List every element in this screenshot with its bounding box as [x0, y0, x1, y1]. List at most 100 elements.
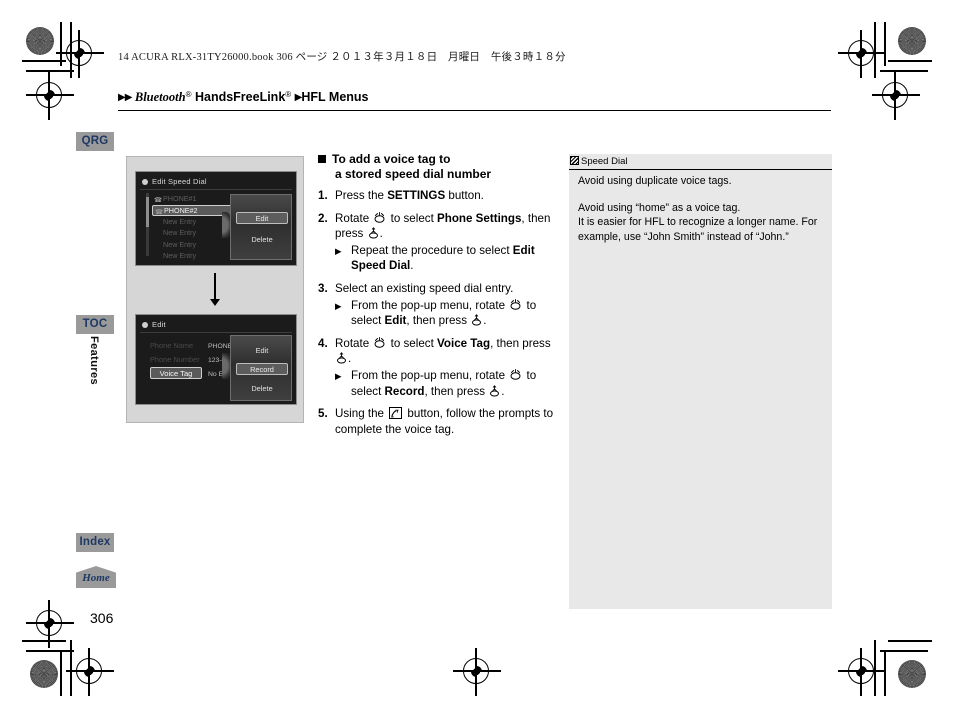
registration-target — [838, 648, 886, 696]
substep: From the pop-up menu, rotate to select E… — [335, 298, 558, 329]
halftone-dot — [898, 660, 926, 688]
sidebar-tab-home-label: Home — [82, 572, 110, 584]
crop-mark-line — [22, 640, 66, 642]
step-bold-voice-tag: Voice Tag — [437, 336, 491, 350]
popup-menu: Edit Delete — [230, 194, 292, 260]
crop-mark-line — [880, 70, 928, 72]
step-3: 3. Select an existing speed dial entry. … — [318, 281, 558, 329]
screen-title-text: Edit — [152, 320, 166, 329]
page-number: 306 — [90, 610, 114, 626]
popup-item-edit[interactable]: Edit — [236, 344, 288, 356]
step-5: 5. Using the button, follow the prompts … — [318, 406, 558, 437]
crop-mark-line — [874, 22, 876, 78]
step-text-pre: Using the — [335, 407, 388, 421]
screen-title: Edit — [142, 320, 166, 329]
sidebar-tab-features[interactable]: Features — [84, 336, 100, 402]
halftone-dot — [26, 27, 54, 55]
field-label: Phone Name — [150, 341, 194, 350]
substep: From the pop-up menu, rotate to select R… — [335, 368, 558, 399]
screenshot-column: Edit Speed Dial ☎ PHONE#1 ☎ PHONE#2 New En… — [126, 156, 304, 423]
breadcrumb-bluetooth: Bluetooth — [134, 90, 186, 104]
registration-target — [838, 30, 886, 78]
crop-mark-line — [874, 640, 876, 696]
section-heading-line2: a stored speed dial number — [335, 167, 492, 181]
crop-mark-line — [888, 640, 932, 642]
registered-mark-icon: ® — [285, 90, 292, 99]
scrollbar-thumb[interactable] — [146, 197, 149, 227]
section-heading: To add a voice tag to a stored speed dia… — [318, 152, 558, 182]
step-number: 3. — [318, 281, 328, 295]
press-knob-icon — [489, 384, 500, 397]
step-2: 2. Rotate to select Phone Settings, then… — [318, 211, 558, 274]
list-item-label: New Entry — [163, 251, 197, 260]
sidebar-tab-home[interactable]: Home — [76, 566, 116, 588]
step-text-pre: Rotate — [335, 211, 373, 225]
section-heading-line1: To add a voice tag to — [332, 152, 451, 166]
popup-item-delete[interactable]: Delete — [236, 382, 288, 394]
crop-mark-line — [70, 640, 72, 696]
registration-target — [26, 600, 74, 648]
rotary-knob-icon — [509, 368, 522, 380]
field-label: Phone Number — [150, 355, 200, 364]
step-number: 4. — [318, 336, 328, 350]
side-note-header: Speed Dial — [569, 154, 832, 170]
step-number: 1. — [318, 189, 328, 202]
crop-mark-line — [26, 70, 74, 72]
rotary-knob-icon — [373, 336, 386, 348]
popup-item-edit[interactable]: Edit — [236, 212, 288, 224]
substep-post: , then press — [406, 314, 471, 328]
list-item-label: New Entry — [163, 239, 197, 249]
list-item-label: PHONE#1 — [163, 194, 197, 203]
scrollbar[interactable] — [146, 193, 149, 256]
step-mid: to select — [387, 336, 438, 350]
popup-item-record[interactable]: Record — [236, 363, 288, 375]
popup-menu: Edit Record Delete — [230, 335, 292, 401]
substep-bold-record: Record — [384, 384, 425, 398]
list-item-label: New Entry — [163, 228, 197, 237]
substep-tail: . — [483, 314, 487, 328]
step-1: 1. Press the SETTINGS button. — [318, 188, 558, 204]
field-label: Voice Tag — [150, 367, 202, 379]
step-text-pre: Press the — [335, 189, 388, 202]
rotary-knob-icon — [373, 211, 386, 223]
halftone-dot — [30, 660, 58, 688]
press-knob-icon — [471, 314, 482, 326]
crop-mark-line — [888, 60, 932, 62]
book-meta-line: 14 ACURA RLX-31TY26000.book 306 ページ ２０１３… — [118, 52, 566, 63]
substep-bold-edit: Edit — [384, 314, 407, 328]
step-tail: . — [379, 227, 383, 241]
side-note-body: Avoid using duplicate voice tags. Avoid … — [578, 174, 822, 244]
note-marker-icon — [570, 156, 579, 165]
registration-target — [56, 30, 104, 78]
sidebar-tab-qrg[interactable]: QRG — [76, 132, 114, 151]
device-screen-edit-speed-dial: Edit Speed Dial ☎ PHONE#1 ☎ PHONE#2 New En… — [135, 171, 297, 266]
breadcrumb-handsfreelink: HandsFreeLink — [191, 90, 286, 104]
list-item-label: New Entry — [163, 216, 197, 226]
step-bold-settings: SETTINGS — [387, 189, 446, 202]
crop-mark-line — [884, 22, 886, 66]
substep-post: . — [410, 259, 414, 273]
substep-tail: . — [501, 384, 505, 398]
registration-target — [26, 72, 74, 120]
screen-header-rule — [140, 189, 292, 190]
step-text-post: button. — [445, 189, 484, 202]
device-screen-edit: Edit Phone Name PHONE#2 Phone Number 123-4… — [135, 314, 297, 405]
crop-mark-line — [880, 650, 928, 652]
press-knob-icon — [336, 352, 347, 364]
popup-item-delete[interactable]: Delete — [236, 233, 288, 245]
substep-pre: Repeat the procedure to select — [351, 243, 513, 257]
registration-target-bottom-center — [453, 648, 501, 696]
step-4: 4. Rotate to select Voice Tag, then pres… — [318, 336, 558, 399]
step-text-pre: Rotate — [335, 336, 373, 350]
side-note-paragraph: Avoid using duplicate voice tags. — [578, 175, 732, 187]
screen-title-text: Edit Speed Dial — [152, 177, 207, 186]
sidebar-tab-toc[interactable]: TOC — [76, 315, 114, 334]
step-number: 5. — [318, 407, 328, 421]
list-item-label: PHONE#2 — [164, 205, 198, 215]
rotary-knob-icon — [509, 298, 522, 310]
crop-mark-line — [26, 650, 74, 652]
sidebar-tab-index[interactable]: Index — [76, 533, 114, 552]
gear-icon — [142, 322, 148, 328]
crop-mark-line — [22, 60, 66, 62]
step-number: 2. — [318, 211, 328, 225]
